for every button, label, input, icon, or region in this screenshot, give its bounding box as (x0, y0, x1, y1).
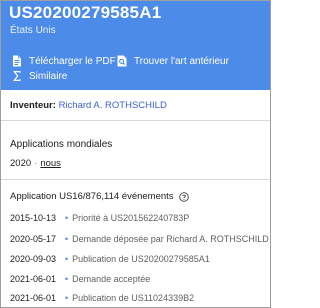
event-text: Publication de US11024339B2 (72, 293, 195, 303)
download-pdf-button[interactable]: Télécharger le PDF (11, 55, 116, 67)
event-text: Priorité à US201562240783P (72, 213, 190, 223)
similar-button[interactable]: Similaire (11, 70, 67, 82)
country-label: États Unis (10, 25, 56, 36)
event-text: Demande acceptée (72, 274, 151, 284)
bullet-icon: • (65, 213, 69, 223)
event-date: 2020-09-03 (10, 254, 57, 264)
event-date: 2020-05-17 (10, 234, 57, 244)
find-prior-art-label: Trouver l'art antérieur (134, 55, 229, 67)
world-application-year: 2020 (10, 158, 32, 169)
event-date: 2021-06-01 (10, 293, 57, 303)
divider (1, 179, 270, 180)
patent-header: US20200279585A1 États Unis Télécharger l… (1, 1, 270, 90)
separator-dot: · (34, 158, 38, 169)
similar-label: Similaire (29, 70, 68, 82)
prior-art-search-icon (116, 55, 128, 67)
inventor-row: Inventeur: Richard A. ROTHSCHILD (10, 100, 167, 111)
patent-card: US20200279585A1 États Unis Télécharger l… (0, 0, 271, 308)
download-pdf-label: Télécharger le PDF (29, 55, 116, 67)
sigma-icon (11, 70, 23, 82)
find-prior-art-button[interactable]: Trouver l'art antérieur (116, 55, 229, 67)
patent-number: US20200279585A1 (9, 3, 162, 22)
event-row: 2020-09-03 • Publication de US2020027958… (10, 254, 210, 264)
event-text: Publication de US20200279585A1 (72, 254, 210, 264)
bullet-icon: • (65, 293, 69, 303)
world-application-country-link[interactable]: nous (40, 158, 61, 169)
pdf-icon (11, 55, 23, 67)
inventor-name-link[interactable]: Richard A. ROTHSCHILD (59, 100, 167, 111)
event-text: Demande déposée par Richard A. ROTHSCHIL… (72, 234, 269, 244)
help-icon[interactable] (178, 191, 189, 202)
world-applications-title: Applications mondiales (10, 139, 113, 150)
bullet-icon: • (65, 234, 69, 244)
events-title-text: Application US16/876,114 événements (10, 191, 174, 202)
bullet-icon: • (65, 254, 69, 264)
event-row: 2020-05-17 • Demande déposée par Richard… (10, 234, 269, 244)
inventor-label: Inventeur: (10, 100, 56, 111)
world-applications-row: 2020 · nous (10, 158, 61, 169)
divider (1, 120, 270, 121)
bullet-icon: • (65, 274, 69, 284)
event-row: 2015-10-13 • Priorité à US201562240783P (10, 213, 189, 223)
event-row: 2021-06-01 • Demande acceptée (10, 274, 150, 284)
event-date: 2015-10-13 (10, 213, 57, 223)
event-date: 2021-06-01 (10, 274, 57, 284)
events-title: Application US16/876,114 événements (10, 191, 189, 202)
event-row: 2021-06-01 • Publication de US11024339B2 (10, 293, 194, 303)
